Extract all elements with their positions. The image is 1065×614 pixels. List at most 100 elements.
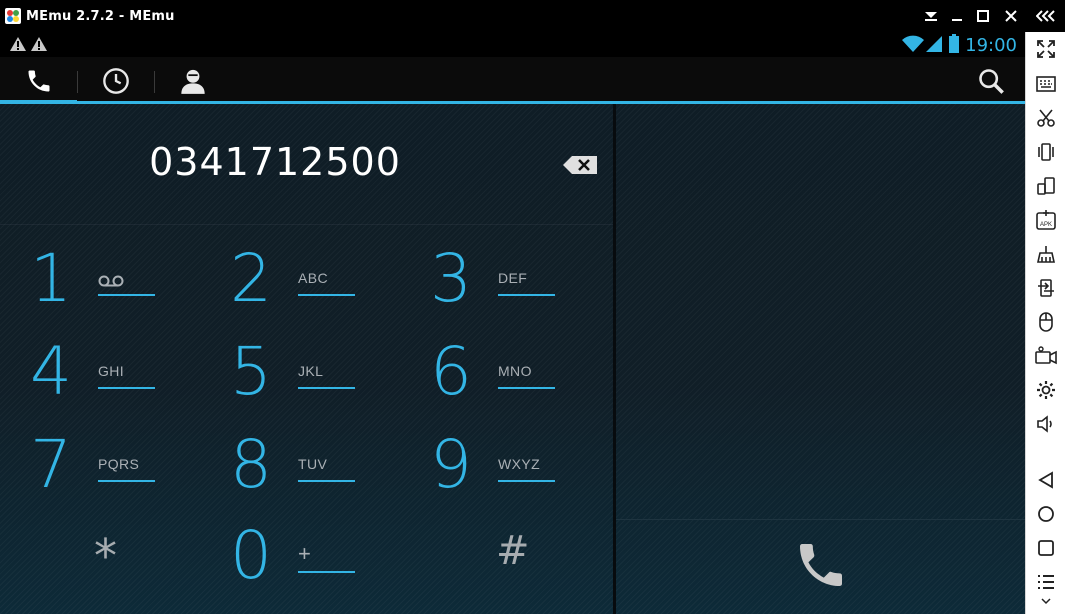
dialpad-key-8[interactable]: 8 TUV xyxy=(200,432,400,522)
dialpad-key-4[interactable]: 4 GHI xyxy=(0,339,200,429)
keyboard-button[interactable] xyxy=(1034,72,1058,96)
tab-recent[interactable] xyxy=(78,57,154,104)
voicemail-icon xyxy=(98,274,124,292)
multi-window-button[interactable] xyxy=(1034,174,1058,198)
minimize-icon xyxy=(952,19,962,21)
mouse-button[interactable] xyxy=(1034,310,1058,334)
settings-button[interactable] xyxy=(1034,378,1058,402)
multi-window-icon xyxy=(1037,177,1055,195)
recent-apps-button[interactable] xyxy=(1034,536,1058,560)
search-button[interactable] xyxy=(966,57,1016,104)
call-button[interactable] xyxy=(793,537,849,593)
key-digit: 4 xyxy=(30,333,72,410)
key-underline xyxy=(98,387,155,389)
volume-icon xyxy=(1037,415,1052,433)
dropdown-button[interactable] xyxy=(920,6,942,26)
key-symbol: * xyxy=(94,529,117,583)
warning-icon xyxy=(9,36,27,57)
transfer-button[interactable] xyxy=(1034,276,1058,300)
dialpad-key-2[interactable]: 2 ABC xyxy=(200,246,400,336)
minimize-button[interactable] xyxy=(946,6,968,26)
window-title-bar: MEmu 2.7.2 - MEmu xyxy=(0,0,1065,32)
key-digit: 1 xyxy=(30,240,72,317)
window-title: MEmu 2.7.2 - MEmu xyxy=(26,9,175,24)
key-letters: DEF xyxy=(498,270,528,286)
person-icon xyxy=(181,69,205,94)
search-icon xyxy=(979,68,1004,94)
close-icon xyxy=(1005,10,1017,22)
key-underline xyxy=(298,571,355,573)
key-letters: + xyxy=(298,541,312,566)
key-digit: 5 xyxy=(230,333,272,410)
dialpad-key-7[interactable]: 7 PQRS xyxy=(0,432,200,522)
volume-button[interactable] xyxy=(1034,412,1058,436)
status-bar: 19:00 xyxy=(0,32,1025,57)
dialpad-key-0[interactable]: 0 + xyxy=(200,523,400,613)
key-digit: 6 xyxy=(430,333,472,410)
chevron-down-icon xyxy=(1041,598,1051,605)
dialpad-key-1[interactable]: 1 xyxy=(0,246,200,336)
dialpad-key-star[interactable]: * xyxy=(0,523,200,613)
maximize-button[interactable] xyxy=(972,6,994,26)
shake-button[interactable] xyxy=(1034,140,1058,164)
key-underline xyxy=(498,294,555,296)
collapse-toolbar-button[interactable] xyxy=(1034,6,1058,26)
android-screen: 19:00 0341712500 1 2 ABC 3 DEF 4 GHI 5 J… xyxy=(0,32,1025,614)
warning-icon xyxy=(30,36,48,57)
backspace-icon xyxy=(563,156,597,174)
dialpad-key-hash[interactable]: # xyxy=(400,523,600,613)
key-digit: 8 xyxy=(230,426,272,503)
key-symbol: # xyxy=(496,528,530,574)
collapse-icon xyxy=(1036,10,1055,22)
close-button[interactable] xyxy=(1000,6,1022,26)
home-button[interactable] xyxy=(1034,502,1058,526)
key-letters: PQRS xyxy=(98,456,140,472)
back-icon xyxy=(1038,471,1053,489)
dialpad-key-5[interactable]: 5 JKL xyxy=(200,339,400,429)
key-letters: ABC xyxy=(298,270,328,286)
key-underline xyxy=(298,294,355,296)
fullscreen-button[interactable] xyxy=(1034,37,1058,61)
key-underline xyxy=(498,387,555,389)
dialpad-key-6[interactable]: 6 MNO xyxy=(400,339,600,429)
keyboard-icon xyxy=(1036,76,1056,92)
svg-text:APK: APK xyxy=(1040,222,1052,228)
home-icon xyxy=(1038,506,1054,522)
more-button[interactable] xyxy=(1034,594,1058,608)
apk-install-button[interactable]: APK xyxy=(1034,208,1058,232)
record-button[interactable] xyxy=(1034,344,1058,368)
clock-icon xyxy=(103,67,129,94)
maximize-icon xyxy=(977,10,989,22)
shake-icon xyxy=(1038,143,1054,161)
battery-icon xyxy=(948,34,960,59)
screenshot-button[interactable] xyxy=(1034,106,1058,130)
video-record-icon xyxy=(1035,346,1057,365)
key-underline xyxy=(98,480,155,482)
tab-phone[interactable] xyxy=(0,57,77,104)
key-letters: WXYZ xyxy=(498,456,541,472)
phone-icon xyxy=(28,70,49,91)
dialed-number-field[interactable]: 0341712500 xyxy=(0,140,550,184)
key-letters: JKL xyxy=(298,363,324,379)
tab-contacts[interactable] xyxy=(155,57,231,104)
chevron-down-icon xyxy=(925,12,937,21)
dialpad-key-3[interactable]: 3 DEF xyxy=(400,246,600,336)
fullscreen-icon xyxy=(1037,40,1055,58)
apk-install-icon: APK xyxy=(1036,210,1056,230)
key-letters: GHI xyxy=(98,363,125,379)
key-underline xyxy=(298,480,355,482)
menu-button[interactable] xyxy=(1034,570,1058,594)
key-digit: 9 xyxy=(430,426,472,503)
phone-icon xyxy=(800,544,842,586)
dialer-action-bar xyxy=(0,57,1025,104)
status-clock: 19:00 xyxy=(965,35,1017,56)
dialpad-key-9[interactable]: 9 WXYZ xyxy=(400,432,600,522)
scissors-icon xyxy=(1037,109,1055,127)
transfer-icon xyxy=(1038,279,1054,297)
recent-apps-icon xyxy=(1038,540,1054,556)
backspace-button[interactable] xyxy=(562,155,598,175)
clean-button[interactable] xyxy=(1034,242,1058,266)
key-digit: 0 xyxy=(230,517,272,594)
key-letters: MNO xyxy=(498,363,532,379)
back-button[interactable] xyxy=(1034,468,1058,492)
